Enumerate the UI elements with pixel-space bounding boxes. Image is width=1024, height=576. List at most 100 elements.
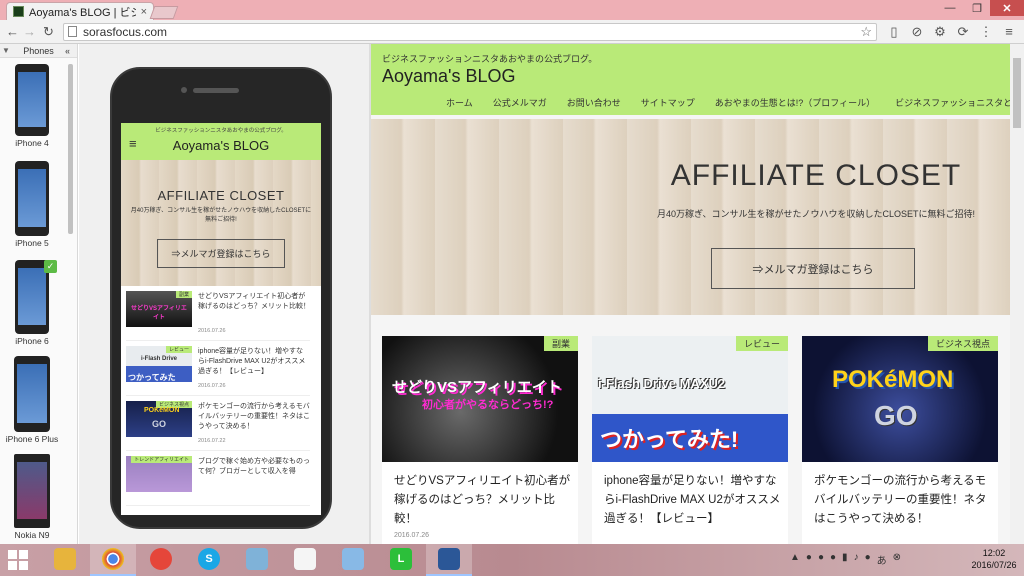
post-thumbnail[interactable]: ビジネス視点 POKéMON GO [126,401,192,437]
notification-icon[interactable]: ⊗ [893,552,901,567]
reload-icon[interactable]: ↻ [40,24,57,40]
card-image[interactable]: レビュー i-Flash Drive MAXU2 つかってみた! [592,336,788,462]
back-icon[interactable]: ← [4,24,21,39]
volume-icon[interactable]: ♪ [854,552,859,567]
menu-icon[interactable]: ≡ [1002,24,1016,39]
minimize-button[interactable]: — [936,0,964,16]
device-item-iphone6plus[interactable]: iPhone 6 Plus [0,356,64,444]
card-title[interactable]: ポケモンゴーの流行から考えるモバイルバッテリーの重要性！ネタはこうやって決める！ [814,472,992,529]
nav-home[interactable]: ホーム [446,96,473,109]
bookmark-star-icon[interactable]: ☆ [860,24,872,40]
browser-tab[interactable]: Aoyama's BLOG | ビジネ × [6,2,154,20]
maximize-button[interactable]: ❐ [964,0,990,16]
app-icon [246,548,268,570]
paint-icon [342,548,364,570]
tray-icon[interactable]: ● [806,552,812,567]
skype-button[interactable]: S [186,544,232,576]
post-title[interactable]: ブログで稼ぐ始め方や必要なものって何？ブロガーとして収入を得 [198,457,310,477]
page-scrollbar[interactable] [1010,44,1024,544]
app-button[interactable] [234,544,280,576]
device-item-iphone5[interactable]: iPhone 5 [0,161,64,248]
category-badge: レビュー [165,346,192,353]
line-button[interactable]: L [378,544,424,576]
category-badge: レビュー [735,336,788,351]
newsletter-button[interactable]: ⇒メルマガ登録はこちら [711,248,915,289]
device-panel: ▼ Phones « iPhone 4 iPhone 5 iPhone 6 iP… [0,44,78,544]
card-image[interactable]: 副業 せどりVSアフィリエイト 初心者がやるならどっち!? [382,336,578,462]
url-text[interactable]: sorasfocus.com [83,25,860,39]
card-title[interactable]: iphone容量が足りない！増やすならi-FlashDrive MAX U2がオ… [604,472,782,529]
post-card[interactable]: ビジネス視点 POKéMON GO ポケモンゴーの流行から考えるモバイルバッテリ… [802,336,998,544]
taskbar-clock[interactable]: 12:02 2016/07/26 [968,547,1020,571]
new-tab-button[interactable] [149,6,179,19]
language-icon[interactable]: あ [877,552,887,567]
app-button[interactable] [426,544,472,576]
post-title[interactable]: せどりVSアフィリエイト初心者が稼げるのはどっち？メリット比較！ [198,292,310,312]
forward-icon[interactable]: → [21,24,38,39]
mobile-site-title[interactable]: Aoyama's BLOG [121,138,321,153]
mobile-tagline: ビジネスファッションニスタあおやまの公式ブログ。 [155,128,287,134]
paint-button[interactable] [330,544,376,576]
list-item[interactable]: レビュー i-Flash Drive つかってみた iphone容量が足りない！… [126,341,310,396]
tray-icon[interactable]: ● [818,552,824,567]
tab-close-icon[interactable]: × [141,6,147,18]
list-item[interactable]: トレンドアフィリエイト ブログで稼ぐ始め方や必要なものって何？ブロガーとして収入… [126,451,310,506]
device-list-scrollbar[interactable] [68,64,73,234]
phone-thumbnail-icon [14,454,50,528]
chrome-button[interactable] [90,544,136,576]
post-card[interactable]: レビュー i-Flash Drive MAXU2 つかってみた! iphone容… [592,336,788,544]
post-title[interactable]: ポケモンゴーの流行から考えるモバイルバッテリーの重要性！ネタはこうやって決める！ [198,402,310,432]
skype-icon: S [198,548,220,570]
nav-fashionista[interactable]: ビジネスファッショニスタとは。 [895,96,1010,109]
page-icon [68,26,77,37]
block-icon[interactable]: ⊘ [910,24,924,40]
post-thumbnail[interactable]: 副業 せどりVSアフィリエイト [126,291,192,327]
list-item[interactable]: 副業 せどりVSアフィリエイト せどりVSアフィリエイト初心者が稼げるのはどっち… [126,286,310,341]
card-title[interactable]: せどりVSアフィリエイト初心者が稼げるのはどっち？メリット比較！ [394,472,572,529]
phone-speaker [193,88,239,93]
post-title[interactable]: iphone容量が足りない！増やすならi-FlashDrive MAX U2がオ… [198,347,310,377]
filter-icon[interactable]: ⋮ [979,24,993,40]
nav-newsletter[interactable]: 公式メルマガ [493,96,547,109]
file-explorer-button[interactable] [42,544,88,576]
expand-arrow-icon[interactable]: ▼ [0,46,12,55]
nav-profile[interactable]: あおやまの生態とは!?（プロフィール） [715,96,875,109]
device-name: iPhone 5 [15,238,49,248]
category-badge: 副業 [175,291,192,298]
post-thumbnail[interactable]: レビュー i-Flash Drive つかってみた [126,346,192,382]
image-text: せどりVSアフィリエイト [392,379,562,396]
card-image[interactable]: ビジネス視点 POKéMON GO [802,336,998,462]
post-thumbnail[interactable]: トレンドアフィリエイト [126,456,192,492]
network-icon[interactable]: ▮ [842,552,848,567]
list-item[interactable]: ビジネス視点 POKéMON GO ポケモンゴーの流行から考えるモバイルバッテリ… [126,396,310,451]
settings-icon[interactable]: ⚙ [933,24,947,40]
app-button[interactable] [282,544,328,576]
device-item-iphone4[interactable]: iPhone 4 [0,64,64,148]
rotate-icon[interactable]: ⟳ [956,24,970,40]
scrollbar-thumb[interactable] [1013,58,1021,128]
address-bar[interactable]: sorasfocus.com ☆ [63,22,877,41]
nav-sitemap[interactable]: サイトマップ [641,96,695,109]
snipping-tool-button[interactable] [138,544,184,576]
nav-contact[interactable]: お問い合わせ [567,96,621,109]
category-badge: ビジネス視点 [927,336,998,351]
close-window-button[interactable]: ✕ [990,0,1024,16]
device-item-nokia-n9[interactable]: Nokia N9 [0,454,64,540]
browser-toolbar: ← → ↻ sorasfocus.com ☆ ▯ ⊘ ⚙ ⟳ ⋮ ≡ [0,20,1024,44]
tray-icon[interactable]: ● [830,552,836,567]
mobile-newsletter-button[interactable]: ⇒メルマガ登録はこちら [157,239,285,268]
chrome-icon [102,548,124,570]
device-name: iPhone 6 Plus [5,434,59,444]
site-header: ビジネスファッションニスタあおやまの公式ブログ。 Aoyama's BLOG ホ… [371,44,1010,115]
phone-camera-icon [181,87,187,93]
tray-icon[interactable]: ● [865,552,871,567]
device-mode-icon[interactable]: ▯ [887,24,901,40]
site-title[interactable]: Aoyama's BLOG [382,66,516,87]
post-card[interactable]: 副業 せどりVSアフィリエイト 初心者がやるならどっち!? せどりVSアフィリエ… [382,336,578,544]
tray-arrow-icon[interactable]: ▲ [790,552,800,567]
browser-titlebar: Aoyama's BLOG | ビジネ × — ❐ ✕ [0,0,1024,20]
start-button[interactable] [8,550,28,570]
collapse-panel-icon[interactable]: « [65,46,77,56]
system-tray: ▲ ● ● ● ▮ ♪ ● あ ⊗ [790,552,901,567]
site-tagline: ビジネスファッションニスタあおやまの公式ブログ。 [382,54,598,64]
